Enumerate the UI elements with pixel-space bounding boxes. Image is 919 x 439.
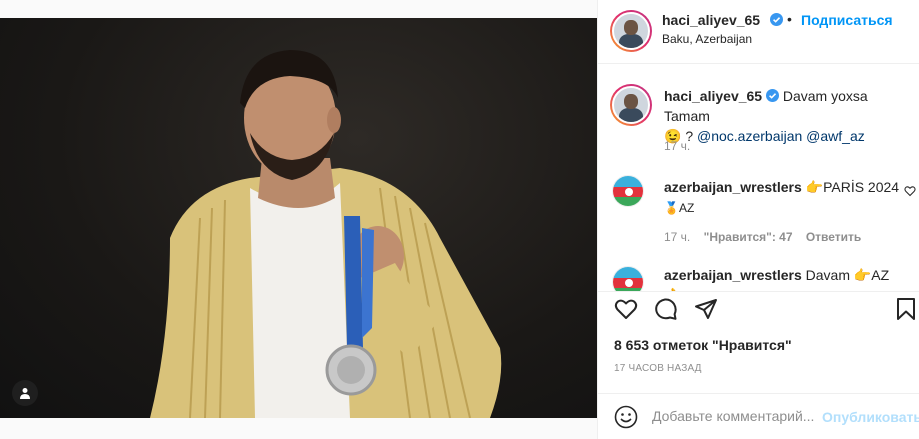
athlete-image	[150, 50, 502, 418]
comment-likes[interactable]: "Нравится": 47	[704, 230, 793, 244]
comment-input[interactable]	[652, 408, 822, 424]
bookmark-icon[interactable]	[894, 297, 918, 321]
post-photo[interactable]	[0, 18, 597, 418]
header-separator: •	[787, 11, 792, 27]
flag-avatar	[613, 267, 643, 291]
reply-button[interactable]: Ответить	[806, 230, 861, 244]
user-tag-button[interactable]	[12, 380, 38, 406]
action-bar	[598, 291, 919, 331]
verified-icon	[765, 89, 779, 102]
comment-time[interactable]: 17 ч.	[664, 230, 690, 244]
heart-icon[interactable]	[904, 185, 916, 197]
share-icon[interactable]	[694, 297, 718, 321]
mention-link[interactable]: @noc.azerbaijan	[697, 128, 802, 144]
comment-icon[interactable]	[654, 297, 678, 321]
comment-avatar[interactable]	[612, 175, 644, 207]
post-header: haci_aliyev_65 • Подписаться Baku, Azerb…	[598, 0, 919, 64]
flag-avatar	[613, 176, 643, 206]
comment-username[interactable]: azerbaijan_wrestlers	[664, 267, 802, 283]
comment-text-line2: 🏅AZ	[664, 201, 695, 215]
publish-button[interactable]: Опубликовать	[822, 409, 919, 425]
location-link[interactable]: Baku, Azerbaijan	[662, 32, 752, 46]
caption-time[interactable]: 17 ч.	[664, 139, 690, 153]
follow-button[interactable]: Подписаться	[801, 12, 893, 28]
likes-count[interactable]: 8 653 отметок "Нравится"	[614, 337, 792, 353]
comment-text: 👉PARİS 2024	[805, 179, 900, 195]
add-comment-bar: Опубликовать	[598, 393, 919, 439]
emoji-icon[interactable]	[614, 405, 638, 429]
caption: haci_aliyev_65 Davam yoxsa Tamam 😉 ? @no…	[664, 86, 904, 146]
avatar[interactable]	[610, 10, 652, 52]
mention-link[interactable]: @awf_az	[806, 128, 865, 144]
post-time[interactable]: 17 ЧАСОВ НАЗАД	[614, 363, 702, 374]
comment-avatar[interactable]	[612, 266, 644, 291]
heart-icon[interactable]	[614, 297, 638, 321]
caption-username[interactable]: haci_aliyev_65	[664, 88, 762, 104]
user-tag-icon	[20, 388, 30, 399]
comment-username[interactable]: azerbaijan_wrestlers	[664, 179, 802, 195]
comment: azerbaijan_wrestlers Davam 👉AZ👌	[664, 265, 906, 291]
comment: azerbaijan_wrestlers 👉PARİS 2024 🏅AZ	[664, 177, 906, 218]
comments-section: haci_aliyev_65 Davam yoxsa Tamam 😉 ? @no…	[598, 65, 919, 291]
header-username[interactable]: haci_aliyev_65	[662, 12, 760, 28]
comment-meta: 17 ч. "Нравится": 47 Ответить	[664, 230, 861, 244]
post-details-panel: haci_aliyev_65 • Подписаться Baku, Azerb…	[597, 0, 919, 439]
caption-avatar[interactable]	[610, 84, 652, 126]
verified-icon	[770, 13, 783, 26]
